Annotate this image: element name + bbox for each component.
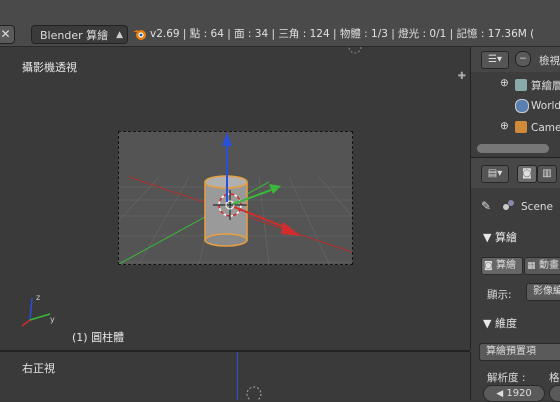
scene-stats: v2.69 | 點 : 64 | 面 : 34 | 三角 : 124 | 物體 … <box>150 28 535 40</box>
outliner-item-render-layers[interactable]: 算繪層 <box>531 78 560 93</box>
render-section-header[interactable]: ▼ 算繪 <box>483 229 560 245</box>
render-engine-label: Blender 算繪 <box>40 29 109 42</box>
animation-film-icon: ▦ <box>527 261 536 271</box>
resolution-label: 解析度 : <box>487 372 526 384</box>
outliner-view-label[interactable]: 檢視 <box>539 53 560 68</box>
display-select[interactable]: 影像編 <box>526 283 560 301</box>
render-button[interactable]: ◙ 算繪 <box>481 257 523 275</box>
close-button[interactable]: ✕ <box>0 25 15 44</box>
render-layers-tab-icon[interactable]: ▥ <box>537 165 557 183</box>
editor-type-button[interactable]: ☰▾ <box>481 51 509 69</box>
outliner-item-camera[interactable]: Came <box>531 122 560 134</box>
dimensions-section-header[interactable]: ▼ 維度 <box>483 315 560 331</box>
z-axis-line <box>237 352 238 400</box>
z-arrow-icon <box>222 132 232 146</box>
view-menu-icon[interactable]: − <box>515 51 531 67</box>
right-panel: ☰▾ − 檢視 ⊕ 算繪層 World ⊕ Came ▤▾ ◙ ▥ ✎ Scen… <box>471 47 560 402</box>
viewport-title: 攝影機透視 <box>22 61 77 74</box>
resolution-x-field[interactable]: ◀ 1920 <box>483 385 545 402</box>
decrement-arrow-icon: ◀ <box>496 389 504 399</box>
active-object-label: (1) 圓柱體 <box>72 331 125 344</box>
render-tab-camera-icon[interactable]: ◙ <box>517 165 537 183</box>
outliner-header: ☰▾ − 檢視 <box>471 47 560 72</box>
pin-icon[interactable]: ✎ <box>481 199 491 213</box>
x-arrow-icon <box>281 222 301 236</box>
display-label: 顯示: <box>487 289 512 301</box>
outliner-scrollbar[interactable] <box>477 144 549 153</box>
scene-render <box>0 132 470 265</box>
camera-object-icon <box>515 121 527 133</box>
camera-frame <box>0 131 470 265</box>
svg-text:z: z <box>36 293 40 302</box>
outliner-item-expand-icon[interactable]: ⊕ <box>500 77 509 89</box>
render-layers-icon <box>515 79 527 91</box>
outliner-item-world[interactable]: World <box>531 100 560 112</box>
info-header: ✕ Blender 算繪 ▲ v2.69 | 點 : 64 | 面 : 34 |… <box>0 0 560 47</box>
render-presets-select[interactable]: 算繪預置項 <box>479 343 560 361</box>
render-engine-select[interactable]: Blender 算繪 ▲ <box>31 25 128 44</box>
viewport-expand-icon[interactable]: ✚ <box>458 71 466 82</box>
properties-header: ▤▾ ◙ ▥ <box>471 157 560 188</box>
right-ortho-viewport[interactable]: 右正視 <box>0 352 471 400</box>
viewport-title: 右正視 <box>22 362 55 375</box>
camera-viewport[interactable]: 攝影機透視 ✚ z y (1) 圓柱體 <box>0 47 471 350</box>
select-arrows-icon: ▲ <box>116 30 123 40</box>
outliner-item-expand-icon[interactable]: ⊕ <box>500 120 509 132</box>
scene-name: Scene <box>521 201 554 213</box>
editor-type-button[interactable]: ▤▾ <box>481 165 509 183</box>
frame-label: 格 <box>549 372 560 384</box>
svg-text:y: y <box>50 315 55 324</box>
animation-button[interactable]: ▦ 動畫 <box>524 257 560 275</box>
frame-field[interactable] <box>549 385 560 402</box>
world-icon <box>515 99 529 113</box>
camera-widget-icon <box>246 386 262 400</box>
scene-icon <box>503 200 515 212</box>
view-widget-icon <box>348 47 362 54</box>
orientation-axes-icon: z y <box>21 293 55 327</box>
render-camera-icon: ◙ <box>484 261 493 271</box>
y-arrow-icon <box>269 184 281 194</box>
blender-logo-icon <box>133 30 146 40</box>
